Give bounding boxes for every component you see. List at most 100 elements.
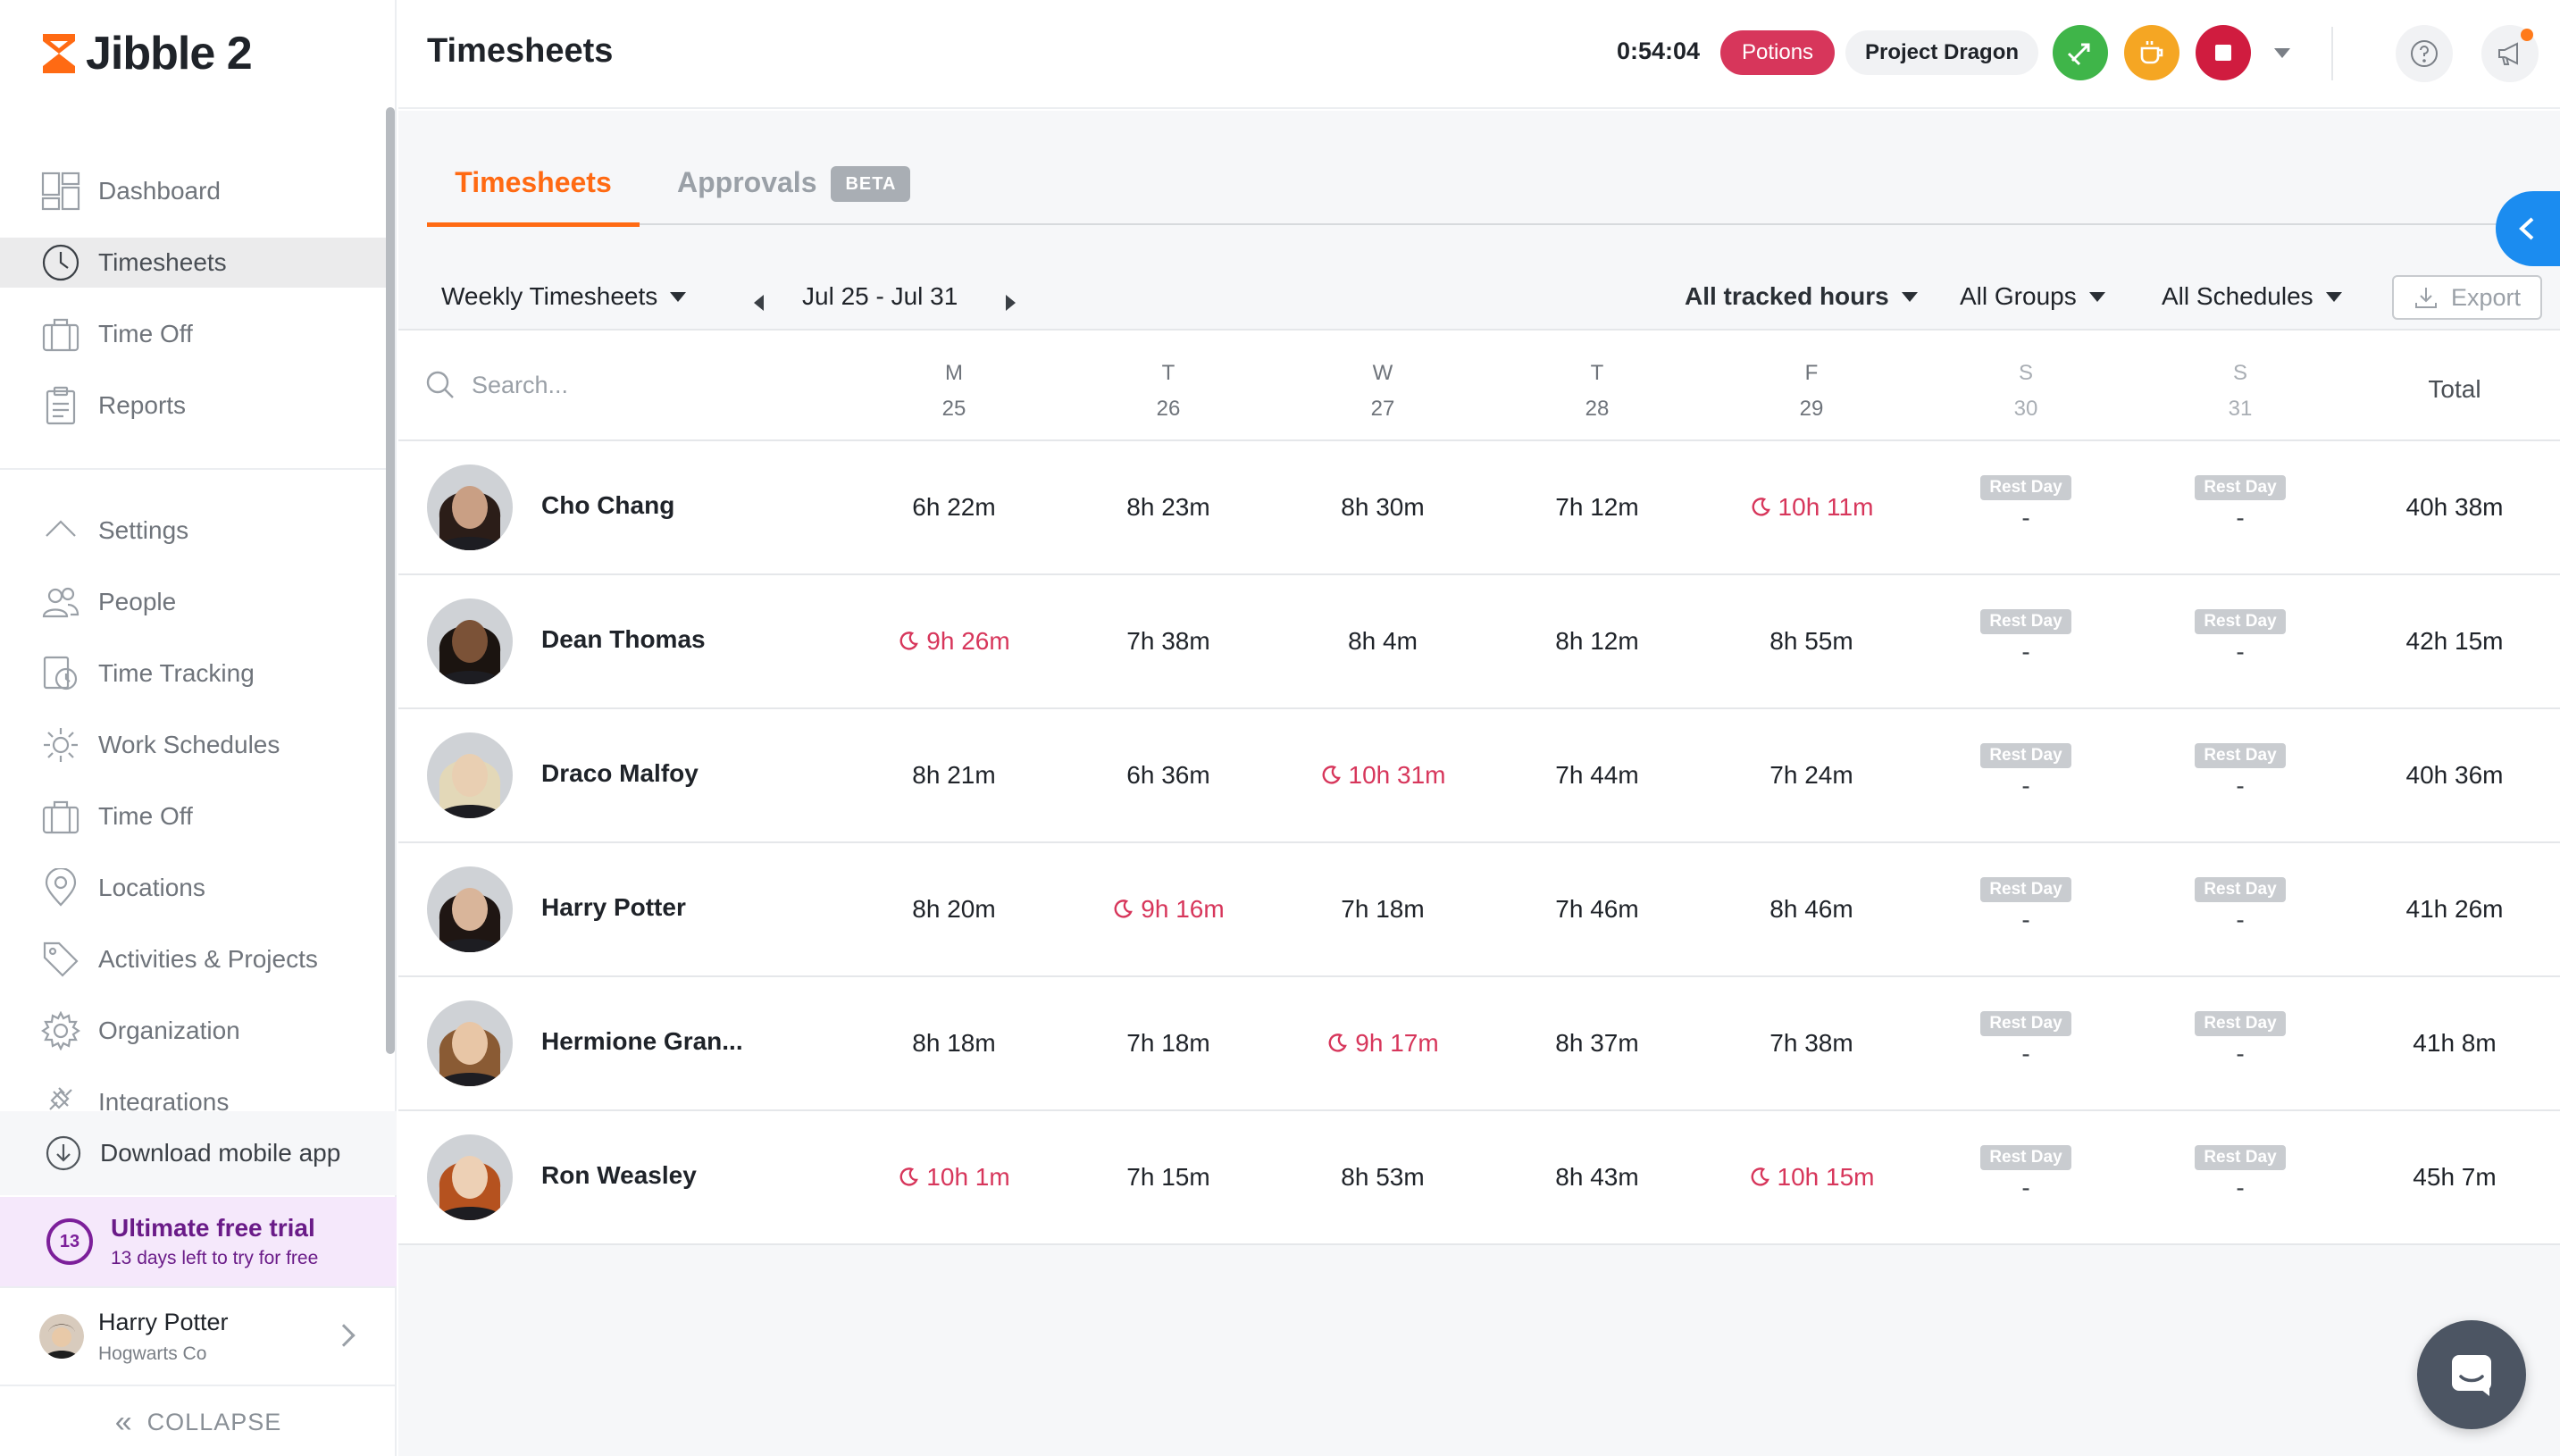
hours-cell[interactable]: 8h 12m [1508, 627, 1686, 656]
employee-name[interactable]: Cho Chang [541, 491, 674, 520]
sidebar-item-time-off[interactable]: Time Off [0, 309, 393, 359]
rest-day-cell[interactable]: Rest Day - [1954, 1011, 2097, 1068]
trial-days-ring: 13 [46, 1218, 93, 1265]
hours-cell[interactable]: 8h 30m [1293, 493, 1472, 522]
rest-day-cell[interactable]: Rest Day - [1954, 475, 2097, 532]
hours-cell[interactable]: 6h 36m [1079, 761, 1258, 790]
table-row[interactable]: Ron Weasley 10h 1m 7h 15m 8h 53m 8h 43m 10h 1… [398, 1111, 2560, 1245]
stop-timer-button[interactable] [2196, 25, 2251, 80]
employee-name[interactable]: Harry Potter [541, 893, 686, 922]
hours-cell[interactable]: 8h 55m [1722, 627, 1901, 656]
sidebar-item-time-off-settings[interactable]: Time Off [0, 791, 393, 841]
overtime-hours-cell[interactable]: 10h 31m [1293, 761, 1472, 790]
overtime-hours-cell[interactable]: 10h 15m [1722, 1163, 1901, 1192]
employee-name[interactable]: Hermione Gran... [541, 1027, 743, 1056]
activity-pill[interactable]: Potions [1720, 30, 1836, 75]
employee-name[interactable]: Dean Thomas [541, 625, 706, 654]
sidebar-item-activities-projects[interactable]: Activities & Projects [0, 934, 393, 984]
view-select[interactable]: Weekly Timesheets [441, 282, 687, 311]
export-button[interactable]: Export [2392, 275, 2542, 320]
sidebar-item-dashboard[interactable]: Dashboard [0, 166, 393, 216]
rest-day-cell[interactable]: Rest Day - [2169, 475, 2312, 532]
sidebar-item-work-schedules[interactable]: Work Schedules [0, 720, 393, 770]
hours-cell[interactable]: 7h 44m [1508, 761, 1686, 790]
overtime-hours-cell[interactable]: 10h 11m [1722, 493, 1901, 522]
search-box[interactable]: Search... [425, 370, 568, 400]
collapse-button[interactable]: « COLLAPSE [0, 1388, 397, 1456]
employee-name[interactable]: Ron Weasley [541, 1161, 697, 1190]
hours-cell[interactable]: 7h 18m [1293, 895, 1472, 924]
switch-activity-button[interactable] [2053, 25, 2108, 80]
prev-week-button[interactable] [754, 295, 764, 311]
hours-cell[interactable]: 6h 22m [865, 493, 1043, 522]
rest-day-cell[interactable]: Rest Day - [1954, 743, 2097, 800]
schedules-filter[interactable]: All Schedules [2162, 282, 2342, 311]
tab-approvals[interactable]: Approvals BETA [677, 164, 911, 225]
hours-cell[interactable]: 7h 46m [1508, 895, 1686, 924]
hours-cell[interactable]: 8h 43m [1508, 1163, 1686, 1192]
sidebar-item-label: People [98, 588, 177, 615]
sidebar-item-time-tracking[interactable]: Time Tracking [0, 649, 393, 699]
break-button[interactable] [2124, 25, 2179, 80]
help-button[interactable] [2396, 25, 2453, 82]
date-range[interactable]: Jul 25 - Jul 31 [802, 282, 958, 311]
rest-day-cell[interactable]: Rest Day - [1954, 609, 2097, 666]
sidebar-item-reports[interactable]: Reports [0, 381, 393, 431]
hours-cell[interactable]: 8h 4m [1293, 627, 1472, 656]
hours-cell[interactable]: 7h 38m [1079, 627, 1258, 656]
employee-name[interactable]: Draco Malfoy [541, 759, 699, 788]
rest-day-cell[interactable]: Rest Day - [2169, 743, 2312, 800]
hours-cell[interactable]: 7h 15m [1079, 1163, 1258, 1192]
hours-cell[interactable]: 8h 20m [865, 895, 1043, 924]
download-mobile-app[interactable]: Download mobile app [0, 1111, 397, 1195]
user-profile[interactable]: Harry Potter Hogwarts Co [0, 1286, 397, 1386]
table-row[interactable]: Hermione Gran... 8h 18m 7h 18m 9h 17m 8h 37m… [398, 977, 2560, 1111]
trial-banner[interactable]: 13 Ultimate free trial 13 days left to t… [0, 1197, 397, 1286]
hours-cell[interactable]: 8h 46m [1722, 895, 1901, 924]
project-pill[interactable]: Project Dragon [1845, 30, 2039, 75]
search-input[interactable]: Search... [472, 372, 568, 399]
rest-day-cell[interactable]: Rest Day - [2169, 1011, 2312, 1068]
hours-cell[interactable]: 7h 24m [1722, 761, 1901, 790]
overtime-hours-cell[interactable]: 9h 16m [1079, 895, 1258, 924]
overtime-hours-cell[interactable]: 9h 26m [865, 627, 1043, 656]
chat-launcher[interactable] [2417, 1320, 2526, 1429]
rest-day-cell[interactable]: Rest Day - [2169, 877, 2312, 934]
trial-title: Ultimate free trial [111, 1214, 315, 1242]
overtime-hours-cell[interactable]: 10h 1m [865, 1163, 1043, 1192]
hours-cell[interactable]: 8h 21m [865, 761, 1043, 790]
hours-cell[interactable]: 8h 37m [1508, 1029, 1686, 1058]
overtime-hours-cell[interactable]: 9h 17m [1293, 1029, 1472, 1058]
rest-day-value: - [2021, 772, 2030, 799]
sidebar-item-timesheets[interactable]: Timesheets [0, 238, 393, 288]
next-week-button[interactable] [1006, 295, 1016, 311]
rest-day-cell[interactable]: Rest Day - [1954, 877, 2097, 934]
hours-cell[interactable]: 7h 12m [1508, 493, 1686, 522]
hours-cell[interactable]: 7h 38m [1722, 1029, 1901, 1058]
sidebar-item-locations[interactable]: Locations [0, 863, 393, 913]
notifications-button[interactable] [2481, 25, 2539, 82]
sidebar-scrollbar[interactable] [386, 107, 395, 1054]
table-row[interactable]: Draco Malfoy 8h 21m 6h 36m 10h 31m 7h 44m 7h … [398, 709, 2560, 843]
sidebar-item-organization[interactable]: Organization [0, 1006, 393, 1056]
timer-menu-caret-icon[interactable] [2274, 48, 2290, 58]
rest-day-cell[interactable]: Rest Day - [2169, 609, 2312, 666]
hours-value: 7h 38m [1126, 627, 1210, 655]
groups-filter[interactable]: All Groups [1960, 282, 2105, 311]
sidebar-item-settings[interactable]: Settings [0, 506, 393, 556]
hours-filter[interactable]: All tracked hours [1685, 282, 1918, 311]
hours-cell[interactable]: 7h 18m [1079, 1029, 1258, 1058]
hours-cell[interactable]: 8h 53m [1293, 1163, 1472, 1192]
table-row[interactable]: Harry Potter 8h 20m 9h 16m 7h 18m 7h 46m 8h 4… [398, 843, 2560, 977]
logo[interactable]: Jibble 2 [39, 27, 253, 80]
rest-day-cell[interactable]: Rest Day - [1954, 1145, 2097, 1202]
rest-day-cell[interactable]: Rest Day - [2169, 1145, 2312, 1202]
hours-cell[interactable]: 8h 23m [1079, 493, 1258, 522]
tab-timesheets[interactable]: Timesheets [427, 164, 640, 227]
hours-cell[interactable]: 8h 18m [865, 1029, 1043, 1058]
table-row[interactable]: Dean Thomas 9h 26m 7h 38m 8h 4m 8h 12m 8h 55m… [398, 575, 2560, 709]
sidebar-item-integrations[interactable]: Integrations [0, 1077, 393, 1111]
table-row[interactable]: Cho Chang 6h 22m 8h 23m 8h 30m 7h 12m 10h 11m… [398, 441, 2560, 575]
total-hours-cell: 42h 15m [2405, 627, 2504, 655]
sidebar-item-people[interactable]: People [0, 577, 393, 627]
